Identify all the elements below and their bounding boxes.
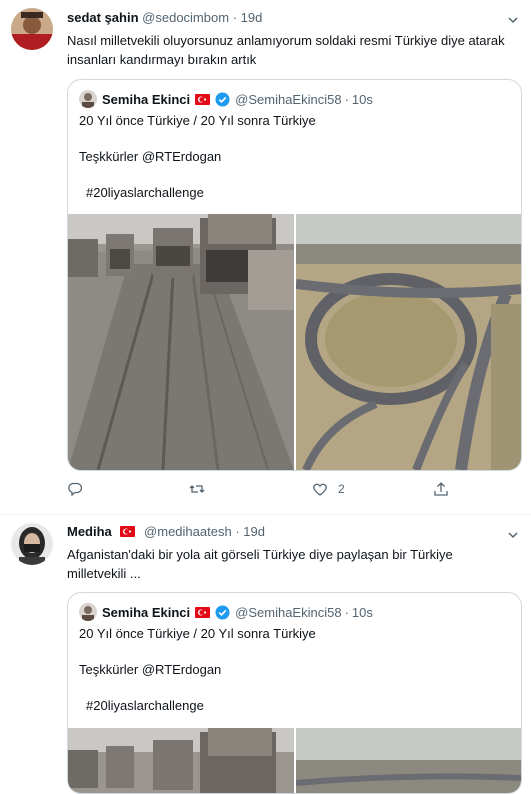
- share-icon: [434, 482, 448, 496]
- quoted-media[interactable]: [68, 214, 521, 470]
- photo-dirt-road[interactable]: [68, 214, 294, 470]
- quoted-text-line: Teşkkürler @RTErdogan: [79, 662, 222, 677]
- tweet-2[interactable]: Mediha @medihaatesh · 19d Afganistan'dak…: [0, 515, 531, 794]
- tweet-text-line: milletvekili ...: [67, 566, 141, 581]
- retweet-icon: [189, 485, 205, 493]
- author-name[interactable]: sedat şahin: [67, 10, 139, 25]
- separator-dot: ·: [344, 604, 349, 620]
- separator-dot: ·: [232, 10, 238, 25]
- quoted-tweet-time: 10s: [351, 604, 373, 620]
- like-button[interactable]: 2: [312, 481, 345, 497]
- turkish-flag-icon: [195, 93, 211, 105]
- avatar: [79, 603, 97, 621]
- quoted-text-line: 20 Yıl önce Türkiye / 20 Yıl sonra Türki…: [79, 626, 316, 641]
- tweet-actions: 2: [67, 481, 467, 501]
- separator-dot: ·: [235, 524, 240, 539]
- avatar: [79, 90, 97, 108]
- author-name[interactable]: Mediha: [67, 524, 112, 539]
- author-handle[interactable]: @medihaatesh: [144, 524, 232, 539]
- retweet-button[interactable]: [189, 481, 205, 497]
- quoted-tweet-time: 10s: [351, 91, 373, 107]
- quoted-hashtag[interactable]: #20liyaslarchallenge: [86, 698, 204, 713]
- avatar[interactable]: [11, 8, 53, 50]
- photo-dirt-road[interactable]: [68, 728, 294, 793]
- author-handle[interactable]: @sedocimbom: [142, 10, 229, 25]
- quoted-tweet-header: Semiha Ekinci @SemihaEkinci58 · 10s: [79, 603, 373, 621]
- like-icon: [313, 483, 327, 496]
- tweet-text-line: Afganistan'daki bir yola ait görseli Tür…: [67, 547, 453, 562]
- tweet-text-line: insanları kandırmayı bırakın artık: [67, 52, 257, 67]
- quoted-author-name: Semiha Ekinci: [102, 604, 191, 620]
- turkish-flag-icon: [195, 606, 211, 618]
- verified-badge-icon: [215, 91, 230, 107]
- tweet-text-line: Nasıl milletvekili oluyorsunuz anlamıyor…: [67, 33, 505, 48]
- photo-highway-interchange[interactable]: [296, 214, 521, 470]
- quoted-tweet-header: Semiha Ekinci @SemihaEkinci58 · 10s: [79, 90, 373, 108]
- tweet-header: sedat şahin @sedocimbom · 19d: [67, 10, 262, 25]
- quoted-author-handle: @SemihaEkinci58: [235, 604, 342, 620]
- quoted-text-line: 20 Yıl önce Türkiye / 20 Yıl sonra Türki…: [79, 113, 316, 128]
- verified-badge-icon: [215, 604, 230, 620]
- tweet-text: Afganistan'daki bir yola ait görseli Tür…: [67, 545, 522, 583]
- chevron-down-icon[interactable]: [507, 14, 519, 26]
- tweet-1[interactable]: sedat şahin @sedocimbom · 19d Nasıl mill…: [0, 0, 531, 514]
- quoted-hashtag[interactable]: #20liyaslarchallenge: [86, 185, 204, 200]
- photo-highway-interchange[interactable]: [296, 728, 521, 793]
- tweet-time[interactable]: 19d: [241, 10, 263, 25]
- tweet-text: Nasıl milletvekili oluyorsunuz anlamıyor…: [67, 31, 522, 69]
- quoted-author-name: Semiha Ekinci: [102, 91, 191, 107]
- chevron-down-icon[interactable]: [507, 529, 519, 541]
- turkish-flag-icon: [120, 526, 136, 537]
- reply-icon: [68, 482, 83, 497]
- avatar[interactable]: [11, 523, 53, 565]
- quoted-media[interactable]: [68, 728, 521, 793]
- quoted-text-line: Teşkkürler @RTErdogan: [79, 149, 222, 164]
- quoted-tweet[interactable]: Semiha Ekinci @SemihaEkinci58 · 10s 20 Y…: [67, 592, 522, 794]
- quoted-author-handle: @SemihaEkinci58: [235, 91, 342, 107]
- reply-button[interactable]: [67, 481, 83, 497]
- tweet-header: Mediha @medihaatesh · 19d: [67, 524, 265, 539]
- like-count: 2: [338, 482, 345, 496]
- separator-dot: ·: [344, 91, 349, 107]
- tweet-time[interactable]: 19d: [243, 524, 265, 539]
- quoted-tweet[interactable]: Semiha Ekinci @SemihaEkinci58 · 10s 20 Y…: [67, 79, 522, 471]
- share-button[interactable]: [433, 481, 449, 497]
